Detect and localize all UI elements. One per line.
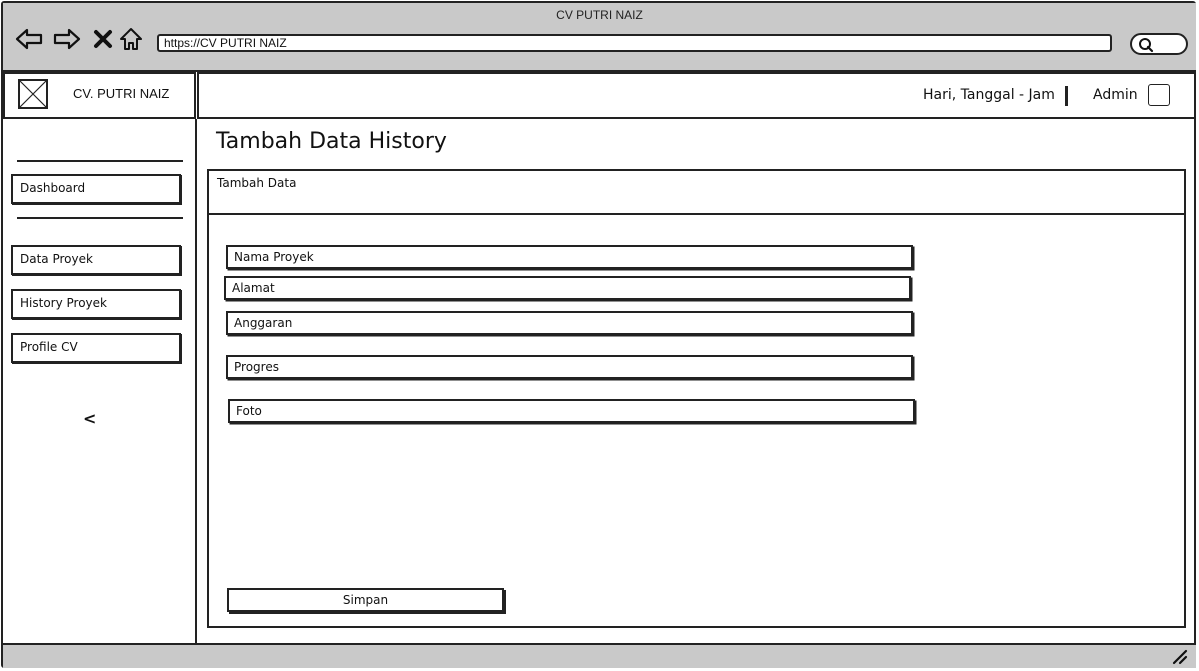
status-bar	[3, 643, 1196, 668]
sidebar: Dashboard Data Proyek History Proyek Pro…	[3, 119, 197, 643]
panel-title: Tambah Data	[217, 176, 297, 190]
datetime-label: Hari, Tanggal - Jam	[923, 87, 1055, 103]
browser-toolbar: CV PUTRI NAIZ https://CV PUTRI NAIZ	[3, 3, 1196, 72]
search-box[interactable]	[1130, 33, 1188, 55]
url-bar[interactable]: https://CV PUTRI NAIZ	[157, 34, 1112, 52]
panel-header: Tambah Data	[209, 171, 1184, 215]
header-divider	[1065, 86, 1068, 106]
image-placeholder-icon	[18, 79, 48, 109]
user-label: Admin	[1093, 87, 1138, 103]
form-panel: Tambah Data Simpan	[207, 169, 1186, 628]
alamat-field[interactable]	[224, 276, 911, 300]
resize-grip-icon[interactable]	[1172, 649, 1188, 665]
page-title: Tambah Data History	[216, 129, 447, 154]
user-menu-checkbox[interactable]	[1148, 84, 1170, 106]
sidebar-item-profile-cv[interactable]: Profile CV	[11, 333, 181, 363]
back-icon[interactable]	[15, 25, 43, 53]
search-icon	[1139, 38, 1154, 53]
anggaran-field[interactable]	[226, 311, 913, 335]
home-icon[interactable]	[117, 25, 145, 53]
window-title: CV PUTRI NAIZ	[556, 8, 643, 22]
brand: CV. PUTRI NAIZ	[3, 72, 196, 119]
save-button[interactable]: Simpan	[227, 588, 504, 612]
nama-proyek-field[interactable]	[226, 245, 913, 269]
stop-icon[interactable]	[89, 25, 117, 53]
divider	[17, 160, 183, 162]
header: Hari, Tanggal - Jam Admin	[197, 72, 1196, 119]
forward-icon[interactable]	[53, 25, 81, 53]
sidebar-item-dashboard[interactable]: Dashboard	[11, 174, 181, 204]
foto-field[interactable]	[228, 399, 915, 423]
brand-name: CV. PUTRI NAIZ	[73, 86, 170, 101]
progres-field[interactable]	[226, 355, 913, 379]
sidebar-item-data-proyek[interactable]: Data Proyek	[11, 245, 181, 275]
collapse-sidebar-icon[interactable]: <	[83, 409, 96, 428]
divider	[17, 217, 183, 219]
sidebar-item-history-proyek[interactable]: History Proyek	[11, 289, 181, 319]
